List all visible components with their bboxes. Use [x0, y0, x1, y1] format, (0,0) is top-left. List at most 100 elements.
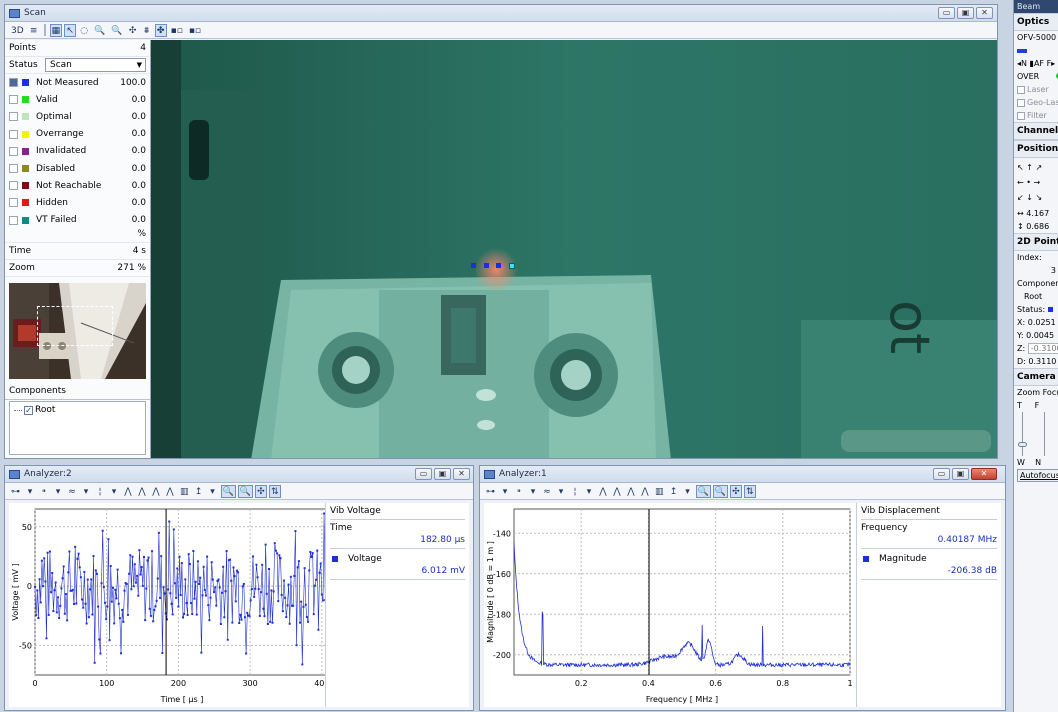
- status-row-disabled[interactable]: Disabled 0.0: [5, 160, 150, 177]
- peak-d-icon[interactable]: ⋀: [164, 485, 176, 498]
- component-root-item[interactable]: ✓ Root: [14, 405, 141, 415]
- scan-point-3[interactable]: [496, 263, 501, 268]
- status-row-not-measured[interactable]: Not Measured 100.0: [5, 74, 150, 91]
- pan-icon[interactable]: ✣: [127, 24, 139, 37]
- scan-titlebar[interactable]: Scan ▭ ▣ ✕: [5, 5, 997, 22]
- dropdown-icon[interactable]: ▾: [499, 485, 511, 498]
- checkbox-icon[interactable]: [9, 129, 18, 139]
- status-row-vt-failed[interactable]: VT Failed 0.0: [5, 212, 150, 229]
- checkbox-icon[interactable]: [9, 198, 18, 208]
- list-view-icon[interactable]: ≡: [28, 24, 40, 37]
- optics-nav-buttons[interactable]: ◂N ▮AF F▸: [1014, 57, 1058, 70]
- dropdown-icon[interactable]: ▾: [52, 485, 64, 498]
- minimize-button[interactable]: ▭: [938, 7, 955, 19]
- close-button[interactable]: ✕: [453, 468, 470, 480]
- checkbox-icon[interactable]: [9, 181, 18, 191]
- restore-button[interactable]: ▣: [434, 468, 451, 480]
- peak-b-icon[interactable]: ⋀: [136, 485, 148, 498]
- grid-icon[interactable]: ▦: [49, 23, 63, 37]
- zoom-in-icon[interactable]: 🔍: [695, 484, 711, 498]
- restore-button[interactable]: ▣: [952, 468, 969, 480]
- point-tool-b-icon[interactable]: ▪▫: [187, 24, 203, 37]
- minimize-button[interactable]: ▭: [933, 468, 950, 480]
- align-icon[interactable]: ⩩: [141, 24, 153, 37]
- peak-a-icon[interactable]: ⋀: [122, 485, 134, 498]
- filter-checkbox[interactable]: Filter: [1014, 109, 1058, 122]
- voltage-chart[interactable]: 0 100 200 300 400500-50Time [ µs ]Voltage [ …: [9, 503, 335, 707]
- analyzer-2-titlebar[interactable]: Analyzer:2 ▭ ▣ ✕: [5, 466, 473, 483]
- scale-icon[interactable]: ¦: [94, 485, 106, 498]
- status-row-overrange[interactable]: Overrange 0.0: [5, 126, 150, 143]
- scan-point-1[interactable]: [471, 263, 476, 268]
- magnitude-chart[interactable]: 0.2 0.4 0.6 0.8 1 -140 -160 -180 -200 Frequency […: [484, 503, 856, 707]
- scan-point-selected[interactable]: [509, 263, 515, 269]
- connect-icon[interactable]: ⊶: [484, 485, 497, 498]
- autofocus-button[interactable]: Autofocus: [1014, 469, 1058, 482]
- peak-b-icon[interactable]: ⋀: [611, 485, 623, 498]
- peak-a-icon[interactable]: ⋀: [597, 485, 609, 498]
- 3d-view-button[interactable]: 3D: [9, 24, 26, 37]
- scan-point-2[interactable]: [484, 263, 489, 268]
- zoom-out-icon[interactable]: 🔍: [237, 484, 253, 498]
- dropdown-icon[interactable]: ▾: [555, 485, 567, 498]
- status-row-not-reachable[interactable]: Not Reachable 0.0: [5, 177, 150, 194]
- pan-icon[interactable]: ✣: [729, 484, 742, 498]
- peak-c-icon[interactable]: ⋀: [150, 485, 162, 498]
- dropdown-icon[interactable]: ▾: [108, 485, 120, 498]
- zoom-out-icon[interactable]: 🔍: [712, 484, 728, 498]
- checkbox-icon[interactable]: [9, 95, 18, 105]
- point-tool-a-icon[interactable]: ▪▫: [169, 24, 185, 37]
- zoom-slider-handle[interactable]: [1018, 442, 1027, 447]
- checkbox-checked-icon[interactable]: ✓: [24, 405, 33, 415]
- fit-icon[interactable]: ⇅: [743, 484, 756, 498]
- scale-icon[interactable]: ¦: [569, 485, 581, 498]
- dropdown-icon[interactable]: ▾: [682, 485, 694, 498]
- average-icon[interactable]: ≈: [541, 485, 553, 498]
- checkbox-icon[interactable]: [9, 146, 18, 156]
- status-row-invalidated[interactable]: Invalidated 0.0: [5, 143, 150, 160]
- average-icon[interactable]: ≈: [66, 485, 78, 498]
- zoom-viewport-frame[interactable]: [37, 306, 113, 346]
- optics-section[interactable]: Optics: [1014, 13, 1058, 31]
- zoom-in-icon[interactable]: 🔍: [92, 24, 107, 37]
- checkbox-icon[interactable]: [9, 215, 18, 225]
- zoom-out-icon[interactable]: 🔍: [109, 24, 124, 37]
- rotate-icon[interactable]: ◌: [78, 24, 90, 37]
- zoom-in-icon[interactable]: 🔍: [220, 484, 236, 498]
- status-row-valid[interactable]: Valid 0.0: [5, 91, 150, 108]
- dropdown-icon[interactable]: ▾: [24, 485, 36, 498]
- status-row-hidden[interactable]: Hidden 0.0: [5, 194, 150, 211]
- camera-section[interactable]: Camera: [1014, 368, 1058, 386]
- close-button[interactable]: ✕: [976, 7, 993, 19]
- cursor-icon[interactable]: ↥: [668, 485, 680, 498]
- analyzer-1-titlebar[interactable]: Analyzer:1 ▭ ▣ ✕: [480, 466, 1005, 483]
- pointer-icon[interactable]: ↖: [64, 23, 77, 37]
- status-select[interactable]: Scan ▼: [45, 58, 146, 72]
- marker-icon[interactable]: ⁍: [38, 485, 50, 498]
- checkbox-icon[interactable]: [9, 164, 18, 174]
- connect-icon[interactable]: ⊶: [9, 485, 22, 498]
- peak-c-icon[interactable]: ⋀: [625, 485, 637, 498]
- bars-icon[interactable]: ▥: [178, 485, 191, 498]
- minimize-button[interactable]: ▭: [415, 468, 432, 480]
- scan-points-icon[interactable]: ✤: [154, 23, 167, 37]
- bars-icon[interactable]: ▥: [653, 485, 666, 498]
- camera-video-view[interactable]: ot: [151, 40, 997, 458]
- dropdown-icon[interactable]: ▾: [527, 485, 539, 498]
- peak-d-icon[interactable]: ⋀: [639, 485, 651, 498]
- z-input[interactable]: -0.3100: [1027, 343, 1058, 354]
- dropdown-icon[interactable]: ▾: [207, 485, 219, 498]
- marker-icon[interactable]: ⁍: [513, 485, 525, 498]
- status-row-optimal[interactable]: Optimal 0.0: [5, 108, 150, 125]
- dropdown-icon[interactable]: ▾: [80, 485, 92, 498]
- cursor-icon[interactable]: ↥: [193, 485, 205, 498]
- geo-laser-checkbox[interactable]: Geo-Laser: [1014, 96, 1058, 109]
- fit-icon[interactable]: ⇅: [268, 484, 281, 498]
- position-arrows[interactable]: ↖ ↑ ↗ ← • → ↙ ↓ ↘: [1014, 158, 1058, 207]
- restore-button[interactable]: ▣: [957, 7, 974, 19]
- position-section[interactable]: Position: [1014, 140, 1058, 158]
- zoom-thumbnail[interactable]: [9, 283, 146, 379]
- 2d-point-section[interactable]: 2D Point: [1014, 233, 1058, 251]
- pan-icon[interactable]: ✣: [254, 484, 267, 498]
- checkbox-icon[interactable]: [9, 112, 18, 122]
